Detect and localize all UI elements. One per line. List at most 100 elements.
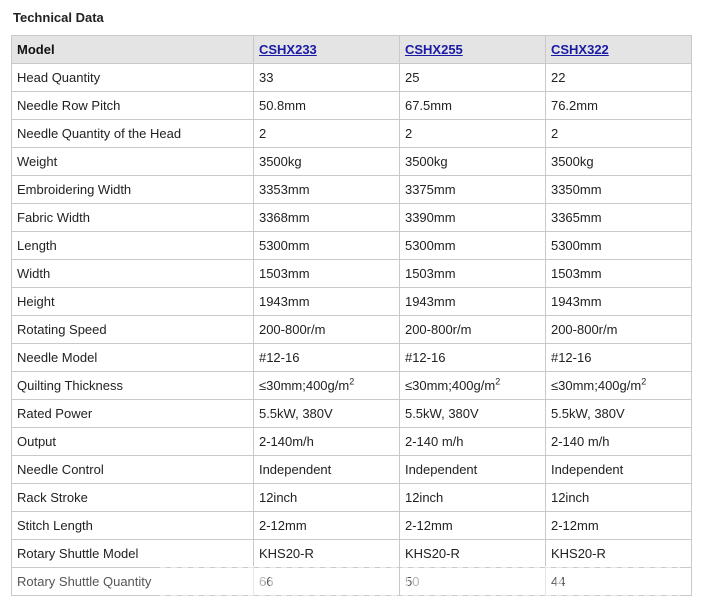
row-value-cell: 5.5kW, 380V [398,399,546,428]
row-value-cell: KHS20-R [252,539,400,568]
row-value: 200-800r/m [550,322,618,337]
row-value-cell: 3353mm [252,175,400,204]
row-value: 3375mm [404,182,456,197]
row-value: 2-12mm [404,518,453,533]
row-value-cell: 3500kg [398,147,546,176]
model-link[interactable]: CSHX233 [259,42,317,57]
row-label: Length [11,231,254,260]
row-value-cell: 12inch [544,483,693,512]
row-label: Rack Stroke [11,483,254,512]
row-value: 200-800r/m [258,322,326,337]
row-value: 3500kg [258,154,302,169]
row-value-cell: 5300mm [398,231,546,260]
row-value-cell: 1503mm [544,259,693,288]
table-row: Needle Quantity of the Head 2 2 2 [11,119,693,148]
table-row: Length 5300mm 5300mm 5300mm [11,231,693,260]
row-value-cell: 200-800r/m [252,315,400,344]
row-value-cell: 5.5kW, 380V [252,399,400,428]
row-label: Rotary Shuttle Quantity [11,567,254,596]
row-value-cell: 5300mm [252,231,400,260]
row-value: 66 [258,574,274,589]
row-label: Rated Power [11,399,254,428]
row-value-cell: 44 [544,567,693,596]
row-value-cell: 66 [252,567,400,596]
row-value-cell: Independent [398,455,546,484]
row-value-cell: 50 [398,567,546,596]
row-value: KHS20-R [550,546,606,561]
row-value-cell: ≤30mm;400g/m2 [544,371,693,400]
row-value: 1943mm [404,294,456,309]
row-value-cell: 12inch [252,483,400,512]
row-value: 22 [550,70,566,85]
row-value-cell: ≤30mm;400g/m2 [252,371,400,400]
table-row: Head Quantity 33 25 22 [11,63,693,92]
table-row: Width 1503mm 1503mm 1503mm [11,259,693,288]
row-label: Embroidering Width [11,175,254,204]
technical-data-table: Model CSHX233 CSHX255 CSHX322 Head Quant… [11,35,693,596]
row-value: Independent [258,462,332,477]
table-row: Rotary Shuttle Quantity 66 50 44 [11,567,693,596]
row-value-cell: 2-140 m/h [544,427,693,456]
row-value-cell: 12inch [398,483,546,512]
table-body: Head Quantity 33 25 22 Needle Row Pitch 50.8m… [11,63,693,596]
row-value-cell: 3390mm [398,203,546,232]
row-value: KHS20-R [258,546,314,561]
row-value: 3390mm [404,210,456,225]
row-value: 2-140 m/h [404,434,464,449]
row-value: 2-12mm [550,518,599,533]
row-value-cell: 5300mm [544,231,693,260]
row-value: 2 [550,126,559,141]
row-value-cell: 50.8mm [252,91,400,120]
table-row: Needle Row Pitch 50.8mm 67.5mm 76.2mm [11,91,693,120]
row-value: 44 [550,574,566,589]
row-value: #12-16 [404,350,446,365]
row-value: 2 [404,126,413,141]
row-value: ≤30mm;400g/m [258,378,350,393]
row-label: Needle Row Pitch [11,91,254,120]
table-header-row: Model CSHX233 CSHX255 CSHX322 [11,35,693,64]
row-value: 3500kg [550,154,594,169]
table-row: Needle Control Independent Independent Inde… [11,455,693,484]
table-row: Height 1943mm 1943mm 1943mm [11,287,693,316]
row-value: ≤30mm;400g/m [404,378,496,393]
row-value-cell: 3368mm [252,203,400,232]
row-value: 25 [404,70,420,85]
row-value: 33 [258,70,274,85]
row-value: 2-140 m/h [550,434,610,449]
row-value: 1503mm [404,266,456,281]
row-value: 1943mm [258,294,310,309]
row-value: 2-12mm [258,518,307,533]
row-value-cell: 200-800r/m [544,315,693,344]
unit-superscript: 2 [349,376,355,387]
row-value: Independent [404,462,478,477]
row-value-cell: #12-16 [252,343,400,372]
row-value: 1943mm [550,294,602,309]
table-row: Needle Model #12-16 #12-16 #12-16 [11,343,693,372]
row-value-cell: 200-800r/m [398,315,546,344]
table-row: Rated Power 5.5kW, 380V 5.5kW, 380V 5.5kW, … [11,399,693,428]
model-header-cell: CSHX233 [252,35,400,64]
row-value-cell: KHS20-R [544,539,693,568]
row-value: 200-800r/m [404,322,472,337]
table-row: Fabric Width 3368mm 3390mm 3365mm [11,203,693,232]
row-value: 5.5kW, 380V [404,406,479,421]
row-value-cell: 2-12mm [544,511,693,540]
row-value: 2 [258,126,267,141]
row-value-cell: 2 [398,119,546,148]
model-link[interactable]: CSHX322 [551,42,609,57]
table-row: Rotary Shuttle Model KHS20-R KHS20-R KHS20-… [11,539,693,568]
row-value: #12-16 [258,350,300,365]
row-value-cell: 3500kg [544,147,693,176]
model-link[interactable]: CSHX255 [405,42,463,57]
row-value-cell: 3375mm [398,175,546,204]
row-value: 5.5kW, 380V [258,406,333,421]
row-value: 3350mm [550,182,602,197]
row-value-cell: 1943mm [544,287,693,316]
row-label: Needle Quantity of the Head [11,119,254,148]
row-value-cell: 2-140m/h [252,427,400,456]
row-value-cell: #12-16 [544,343,693,372]
row-value: 50 [404,574,420,589]
row-value-cell: Independent [252,455,400,484]
row-value-cell: 25 [398,63,546,92]
row-value-cell: 67.5mm [398,91,546,120]
